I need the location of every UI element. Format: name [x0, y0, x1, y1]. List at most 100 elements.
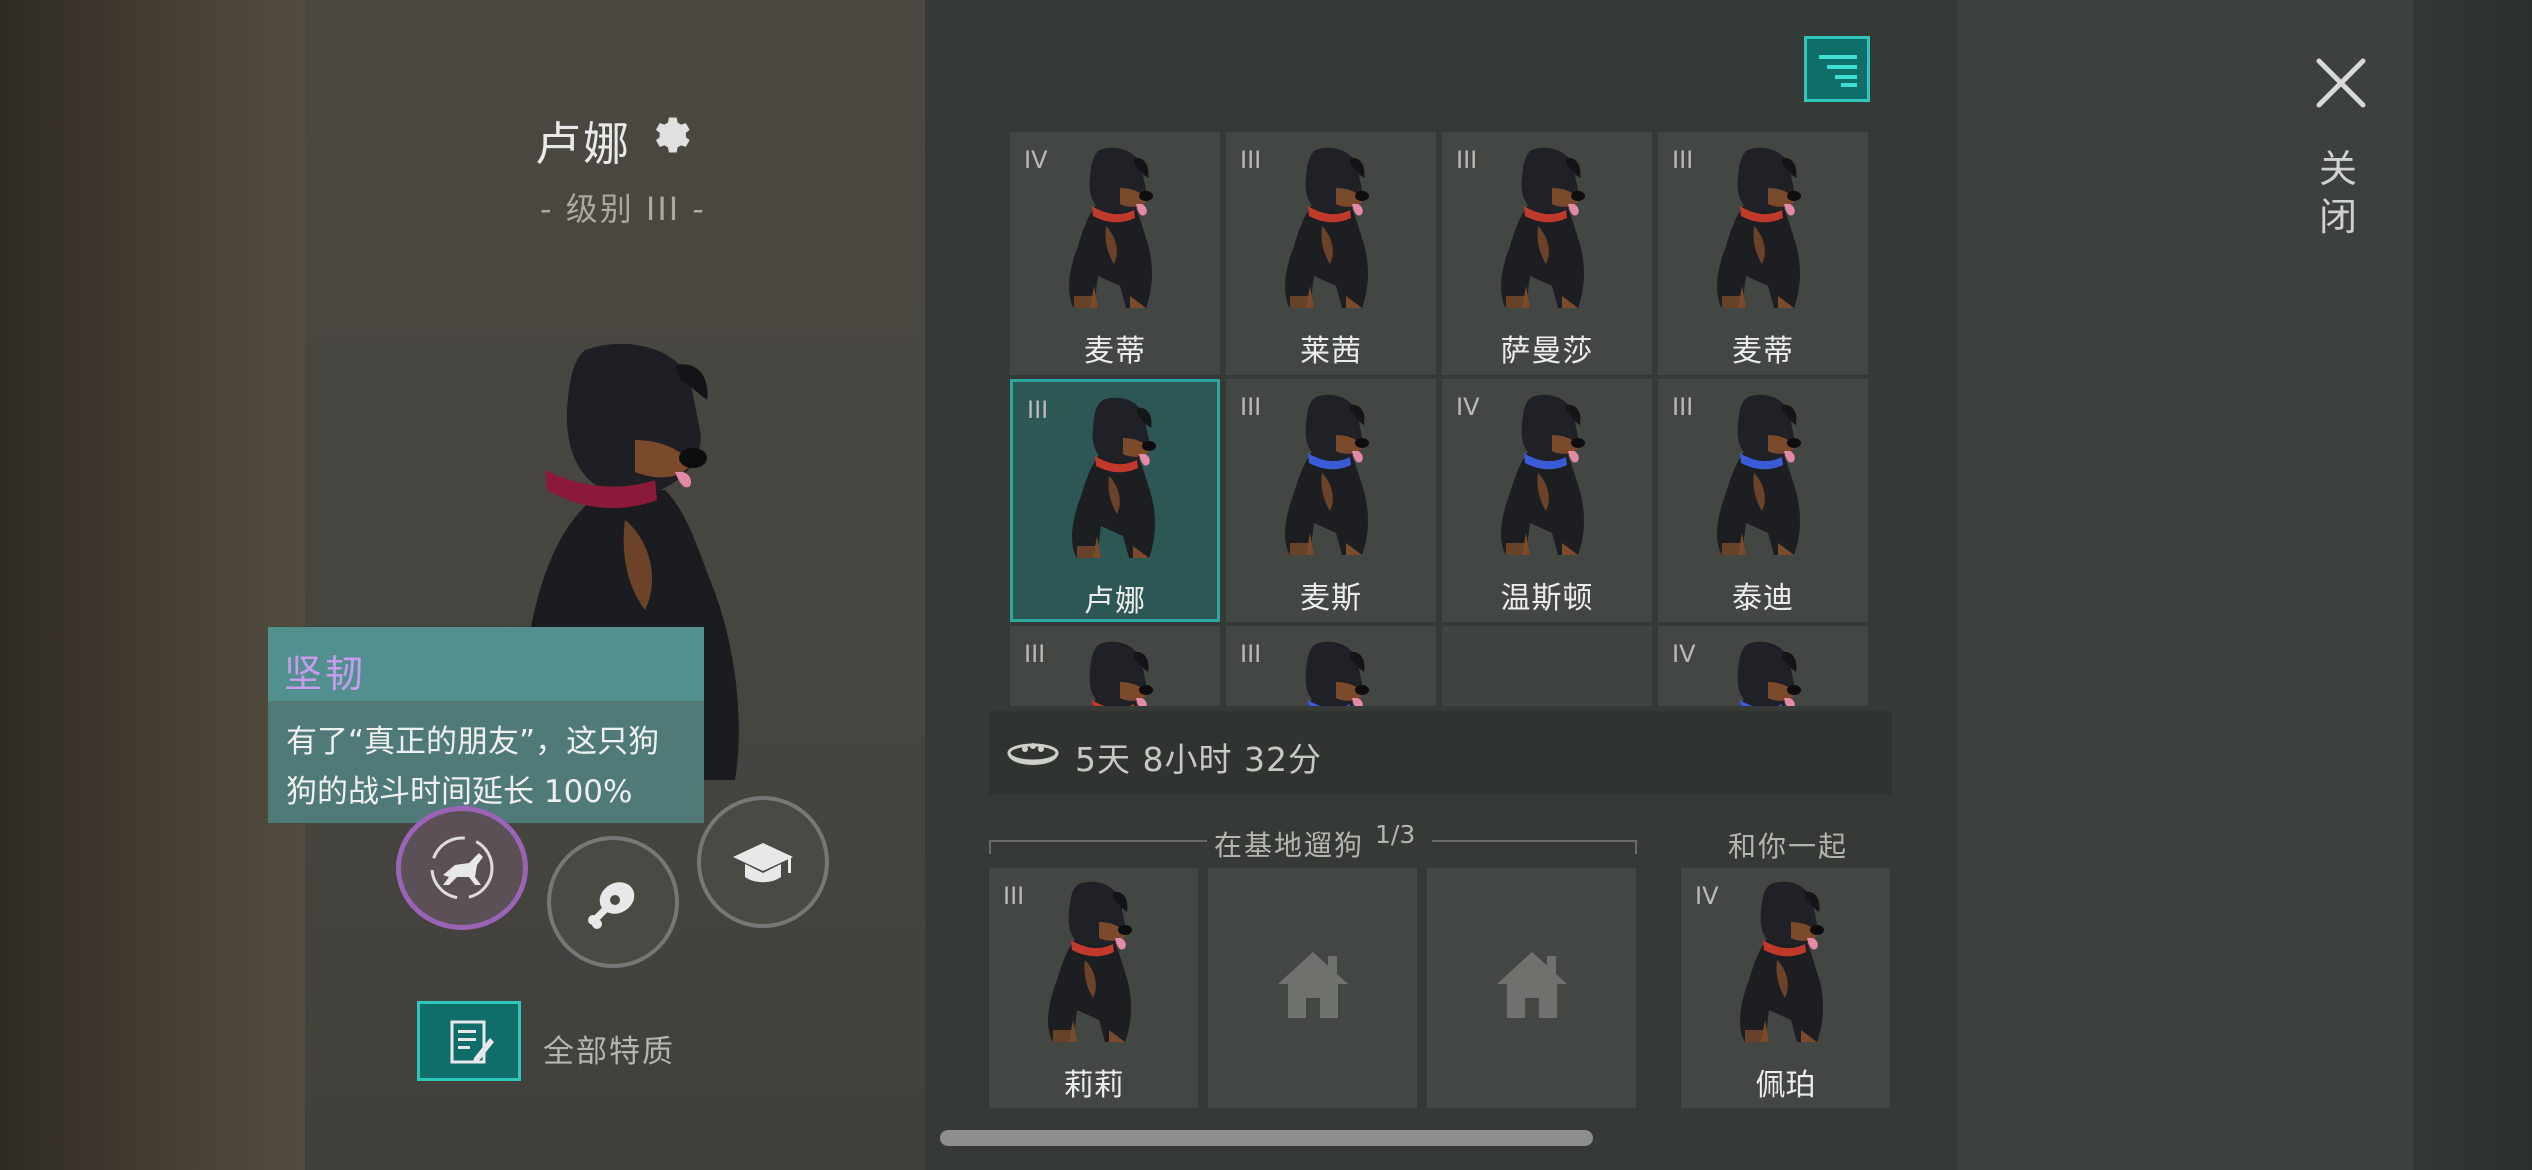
dog-thumbnail	[1029, 880, 1159, 1044]
dog-rank: III	[1027, 396, 1049, 424]
dog-card-name: 佩珀	[1755, 1068, 1816, 1103]
trait-description-line: 狗的战斗时间延长 100%	[286, 774, 633, 810]
food-timer: 5天 8小时 32分	[1075, 740, 1322, 779]
dog-card[interactable]: III	[1226, 626, 1436, 706]
dog-card-name: 萨曼莎	[1500, 334, 1594, 369]
trait-tooltip: 坚韧 有了“真正的朋友”，这只狗 狗的战斗时间延长 100%	[268, 627, 704, 823]
filter-button[interactable]	[1804, 36, 1870, 102]
dog-rank: III	[1240, 640, 1262, 668]
dog-rank: III	[1456, 146, 1478, 174]
dog-card[interactable]: IV	[1658, 626, 1868, 706]
dog-rank: III	[1240, 393, 1262, 421]
divider	[1432, 840, 1637, 842]
dog-thumbnail	[1482, 393, 1612, 557]
all-traits-button[interactable]	[417, 1001, 521, 1081]
dog-rank: IV	[1695, 882, 1719, 910]
food-bowl-icon	[1007, 743, 1059, 765]
dog-card[interactable]: IV 温斯顿	[1442, 379, 1652, 622]
empty-walk-slot[interactable]	[1208, 868, 1417, 1108]
base-walk-label: 在基地遛狗	[1214, 829, 1365, 862]
feed-button[interactable]	[547, 836, 679, 968]
close-label-char: 关	[2318, 147, 2357, 191]
dog-rank: IV	[1456, 393, 1480, 421]
dog-thumbnail	[1266, 393, 1396, 557]
dog-thumbnail	[1050, 146, 1180, 310]
dog-rank: IV	[1672, 640, 1696, 668]
divider	[1635, 840, 1637, 854]
dog-card-name: 莱茜	[1300, 334, 1362, 369]
trait-description-line: 有了“真正的朋友”，这只狗	[286, 724, 660, 760]
dog-level: - 级别 III -	[540, 190, 706, 228]
dog-rank: IV	[1024, 146, 1048, 174]
rottweiler-icon	[1285, 147, 1369, 308]
gear-icon[interactable]	[645, 112, 691, 158]
dog-card-name: 麦斯	[1300, 581, 1362, 616]
trait-title: 坚韧	[284, 652, 367, 696]
with-you-label: 和你一起	[1728, 830, 1849, 863]
rottweiler-icon	[1072, 397, 1156, 558]
rottweiler-icon	[1501, 394, 1585, 555]
dog-grid[interactable]: IV 麦蒂 III 莱茜 III 萨曼莎 III 麦蒂 III 卢娜 III 麦斯 IV 温斯顿 III 泰迪…	[1010, 132, 1876, 706]
with-you-slot[interactable]: IV 佩珀	[1681, 868, 1890, 1108]
rottweiler-icon	[1717, 147, 1801, 308]
home-icon	[1278, 952, 1348, 1018]
rottweiler-icon	[1305, 641, 1369, 706]
far-right-backdrop	[2413, 0, 2532, 1170]
graduation-cap-icon	[733, 843, 793, 883]
dog-thumbnail	[1266, 146, 1396, 310]
horizontal-scrollbar[interactable]	[940, 1130, 1593, 1146]
dog-card-name: 麦蒂	[1084, 334, 1146, 369]
rottweiler-icon	[1089, 641, 1153, 706]
dog-rank: III	[1240, 146, 1262, 174]
dog-card[interactable]: IV 麦蒂	[1010, 132, 1220, 375]
walk-dog-button[interactable]	[396, 806, 528, 930]
dog-card-name: 麦蒂	[1732, 334, 1794, 369]
train-button[interactable]	[697, 796, 829, 928]
all-traits-label[interactable]: 全部特质	[543, 1026, 675, 1071]
dog-thumbnail	[1721, 880, 1851, 1044]
dog-thumbnail	[1482, 146, 1612, 310]
left-backdrop	[0, 0, 305, 1170]
dog-card[interactable]: III 萨曼莎	[1442, 132, 1652, 375]
dog-card-name: 温斯顿	[1500, 581, 1594, 616]
dog-thumbnail	[1050, 640, 1180, 706]
trait-description: 有了“真正的朋友”，这只狗 狗的战斗时间延长 100%	[286, 717, 696, 817]
close-button-label[interactable]: 关 闭	[2318, 145, 2358, 241]
rottweiler-icon	[1069, 147, 1153, 308]
close-label-char: 闭	[2318, 195, 2357, 239]
close-icon[interactable]	[2313, 55, 2369, 111]
base-walk-count: 1/3	[1375, 820, 1416, 849]
dog-card[interactable]	[1442, 626, 1652, 706]
rottweiler-icon	[1285, 394, 1369, 555]
rottweiler-icon	[1717, 394, 1801, 555]
rottweiler-icon	[1740, 881, 1824, 1042]
notes-edit-icon	[450, 1020, 494, 1064]
dog-card[interactable]: III 麦斯	[1226, 379, 1436, 622]
dog-card[interactable]: III 卢娜	[1010, 379, 1220, 622]
dog-card[interactable]: III	[1010, 626, 1220, 706]
dog-thumbnail	[1266, 640, 1396, 706]
dog-rank: III	[1672, 146, 1694, 174]
rottweiler-icon	[1501, 147, 1585, 308]
dog-rank: III	[1024, 640, 1046, 668]
sort-filter-icon	[1819, 55, 1857, 87]
dog-card-name: 泰迪	[1732, 581, 1794, 616]
empty-walk-slot[interactable]	[1427, 868, 1636, 1108]
food-supply-bar: 5天 8小时 32分	[989, 711, 1892, 795]
rottweiler-icon	[1737, 641, 1801, 706]
dog-thumbnail	[1053, 396, 1183, 560]
divider	[989, 840, 991, 854]
walk-slot[interactable]: III 莉莉	[989, 868, 1198, 1108]
dog-thumbnail	[1698, 640, 1828, 706]
home-icon	[1497, 952, 1567, 1018]
rottweiler-icon	[1048, 881, 1132, 1042]
dog-card[interactable]: III 泰迪	[1658, 379, 1868, 622]
dog-thumbnail	[1698, 146, 1828, 310]
dog-card-name: 卢娜	[1084, 584, 1146, 619]
dog-thumbnail	[1698, 393, 1828, 557]
dog-card-name: 莉莉	[1063, 1068, 1124, 1103]
dog-name: 卢娜	[535, 117, 631, 171]
dog-walk-icon	[430, 836, 494, 900]
dog-card[interactable]: III 莱茜	[1226, 132, 1436, 375]
dog-card[interactable]: III 麦蒂	[1658, 132, 1868, 375]
